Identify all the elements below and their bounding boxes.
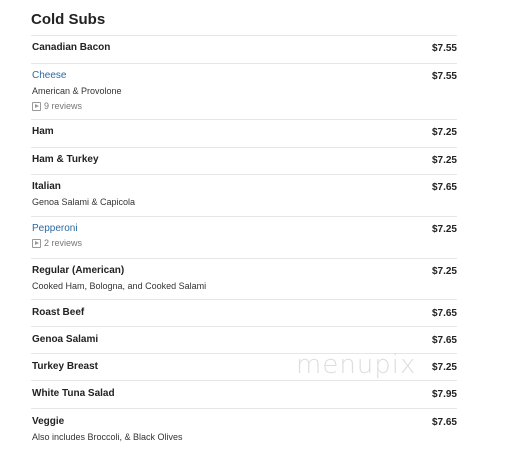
watermark-logo: menupix [296, 350, 417, 380]
item-name: Genoa Salami [32, 334, 99, 345]
item-description: Genoa Salami & Capicola [32, 197, 136, 207]
item-price: $7.65 [431, 417, 457, 428]
item-price: $7.55 [431, 71, 457, 82]
reviews-link[interactable]: 2 reviews [32, 238, 82, 248]
menu-item-cheese: Cheese $7.55 American & Provolone 9 revi… [31, 64, 457, 120]
item-name-link[interactable]: Cheese [32, 70, 66, 81]
item-name: Ham & Turkey [32, 154, 99, 165]
item-description: Also includes Broccoli, & Black Olives [32, 432, 183, 442]
menu-item-ham: Ham $7.25 [31, 120, 457, 148]
item-name: Italian [32, 181, 61, 192]
item-description: American & Provolone [32, 86, 122, 96]
item-price: $7.25 [431, 127, 457, 138]
menu-item-pepperoni: Pepperoni $7.25 2 reviews [31, 217, 457, 259]
menu-item-regular-american: Regular (American) $7.25 Cooked Ham, Bol… [31, 259, 457, 300]
item-name: Regular (American) [32, 265, 125, 276]
menu-item-ham-turkey: Ham & Turkey $7.25 [31, 148, 457, 175]
menu-item-roast-beef: Roast Beef $7.65 [31, 300, 457, 327]
play-box-icon [32, 238, 41, 248]
item-name-link[interactable]: Pepperoni [32, 223, 78, 234]
item-name: Canadian Bacon [32, 42, 111, 53]
item-price: $7.65 [431, 308, 457, 319]
item-name: White Tuna Salad [32, 388, 115, 399]
item-name: Veggie [32, 416, 65, 427]
item-name: Roast Beef [32, 307, 85, 318]
item-name: Turkey Breast [32, 361, 98, 372]
reviews-link[interactable]: 9 reviews [32, 101, 82, 111]
reviews-count: 9 reviews [44, 101, 83, 111]
item-name: Ham [32, 126, 54, 137]
reviews-count: 2 reviews [44, 238, 83, 248]
item-price: $7.25 [431, 155, 457, 166]
item-price: $7.25 [431, 362, 457, 373]
item-price: $7.65 [431, 182, 457, 193]
menu-item-canadian-bacon: Canadian Bacon $7.55 [31, 36, 457, 64]
section-title: Cold Subs [31, 0, 457, 36]
item-price: $7.95 [431, 389, 457, 400]
menu-section: Cold Subs Canadian Bacon $7.55 Cheese $7… [31, 0, 457, 449]
item-price: $7.25 [431, 224, 457, 235]
menu-item-veggie: Veggie $7.65 Also includes Broccoli, & B… [31, 409, 457, 449]
item-price: $7.25 [431, 266, 457, 277]
item-price: $7.65 [431, 335, 457, 346]
menu-item-white-tuna-salad: White Tuna Salad $7.95 [31, 381, 457, 409]
item-price: $7.55 [431, 43, 457, 54]
item-description: Cooked Ham, Bologna, and Cooked Salami [32, 281, 207, 291]
play-box-icon [32, 101, 41, 111]
menu-item-italian: Italian $7.65 Genoa Salami & Capicola [31, 175, 457, 217]
